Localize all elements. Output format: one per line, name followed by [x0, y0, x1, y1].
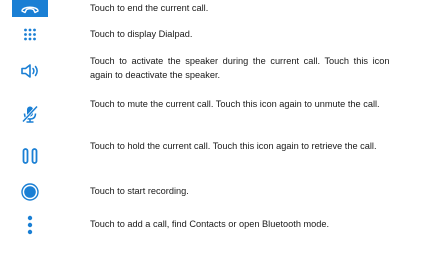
legend-row-record: Touch to start recording. [0, 182, 423, 204]
more-options-icon [12, 214, 48, 236]
legend-text: Touch to end the current call. [90, 3, 209, 14]
dialpad-icon [12, 26, 48, 44]
legend-text: Touch to activate the speaker during the… [90, 56, 390, 81]
legend-row-mute: Touch to mute the current call. Touch th… [0, 98, 423, 134]
record-icon [12, 182, 48, 202]
mute-microphone-icon [12, 104, 48, 124]
legend-row-speaker: Touch to activate the speaker during the… [0, 55, 423, 91]
end-call-icon [12, 0, 48, 17]
legend-row-end-call: Touch to end the current call. [0, 0, 423, 24]
legend-text: Touch to display Dialpad. [90, 29, 193, 40]
legend-text: Touch to start recording. [90, 186, 189, 197]
legend-text: Touch to add a call, find Contacts or op… [90, 219, 330, 230]
legend-text: Touch to hold the current call. Touch th… [90, 141, 377, 152]
legend-row-dialpad: Touch to display Dialpad. [0, 26, 423, 48]
legend-text: Touch to mute the current call. Touch th… [90, 99, 380, 110]
speaker-icon [12, 62, 48, 80]
legend-row-hold: Touch to hold the current call. Touch th… [0, 140, 423, 176]
legend-row-more-options: Touch to add a call, find Contacts or op… [0, 212, 423, 240]
call-icons-legend: Touch to end the current call. Touch to … [0, 0, 423, 261]
hold-icon [12, 147, 48, 165]
